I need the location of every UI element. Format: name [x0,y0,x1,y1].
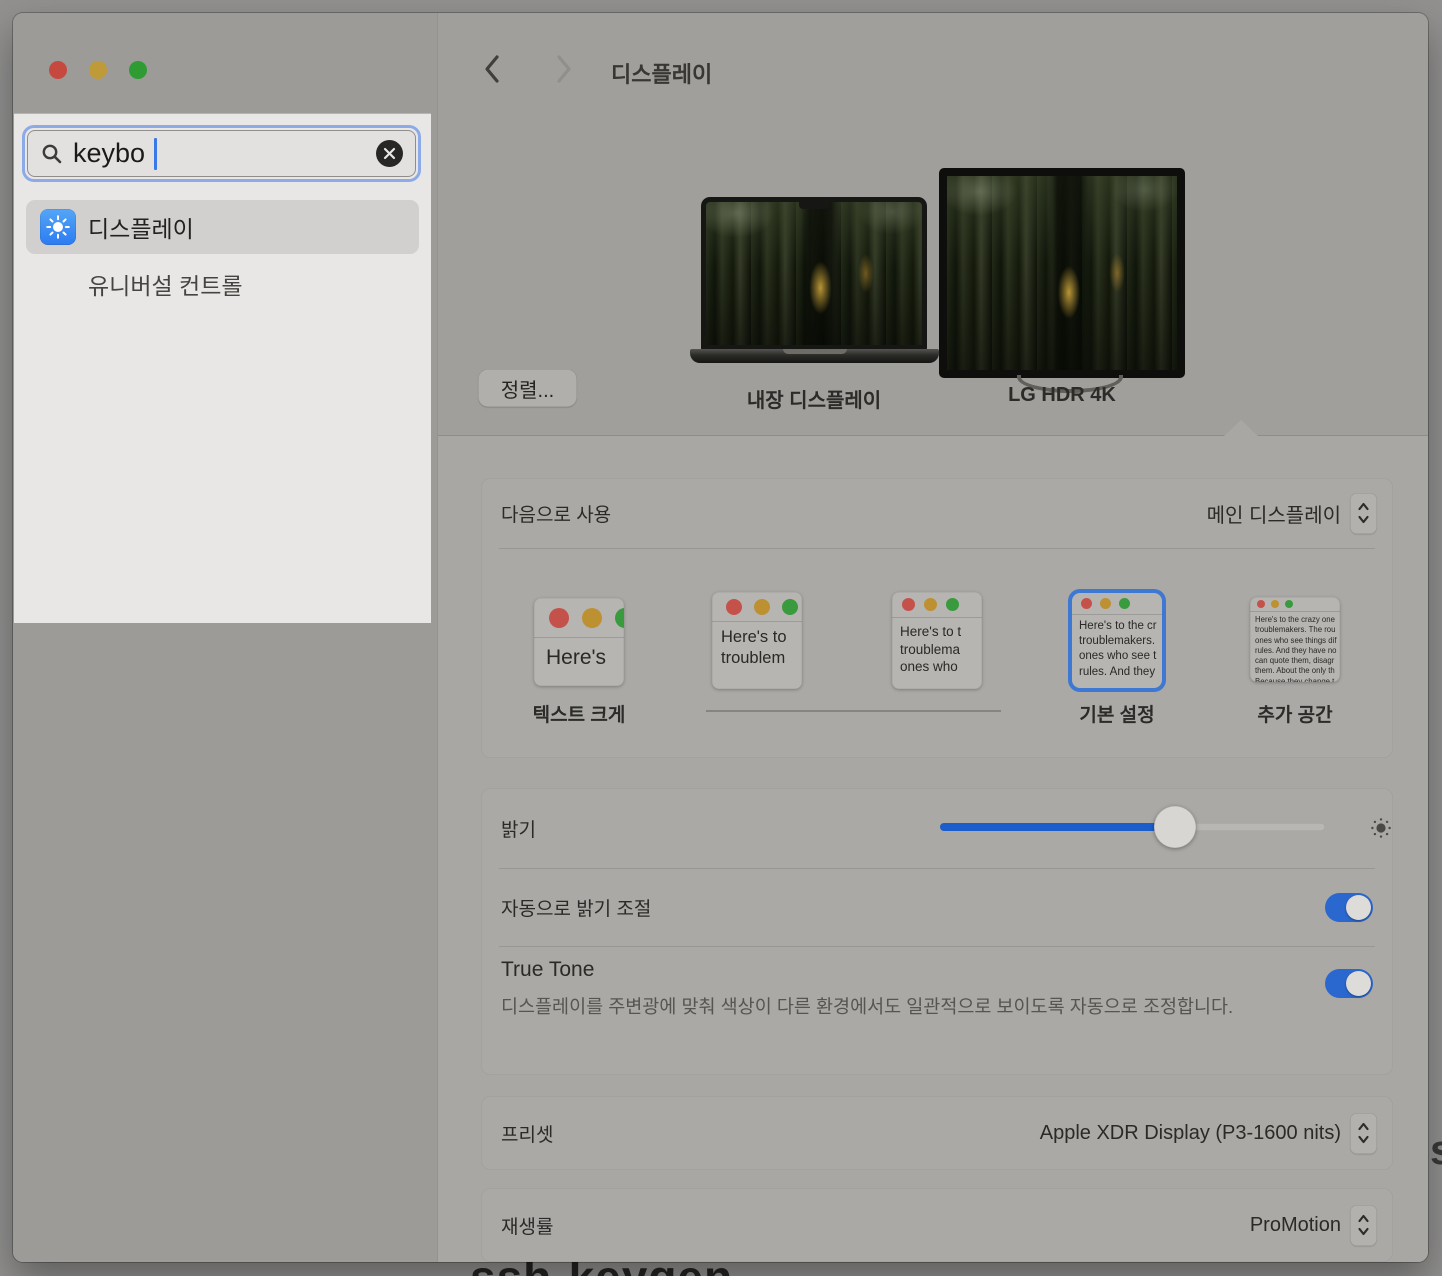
system-settings-window: keybo [13,13,1428,1262]
brightness-slider-fill [940,823,1175,831]
mini-window-text: Here's to t troublema ones who [892,618,982,676]
scaling-connector-line [706,710,1001,712]
true-tone-toggle[interactable] [1325,969,1373,998]
clear-search-button[interactable] [376,140,403,167]
use-as-label: 다음으로 사용 [501,500,611,527]
toggle-knob [1346,971,1371,996]
preset-dropdown[interactable] [1350,1113,1377,1154]
toggle-knob [1346,895,1371,920]
brightness-label: 밝기 [501,815,536,842]
background-partial-text: s [1430,1126,1442,1174]
builtin-display-name: 내장 디스플레이 [704,384,924,413]
mini-window-text: Here's to the cr troublemakers. ones who… [1072,615,1162,680]
scaling-label-more-space: 추가 공간 [1225,700,1365,727]
use-as-value: 메인 디스플레이 [1207,499,1341,528]
search-result-label: 유니버설 컨트롤 [88,267,243,301]
text-cursor [154,138,157,170]
external-display-thumbnail[interactable] [939,168,1185,378]
builtin-display-thumbnail[interactable] [701,197,927,350]
row-divider [499,548,1375,549]
arrange-button[interactable]: 정렬... [478,369,577,407]
preset-label: 프리셋 [501,1120,553,1147]
preset-value: Apple XDR Display (P3-1600 nits) [1040,1122,1341,1145]
auto-brightness-toggle[interactable] [1325,893,1373,922]
refresh-rate-dropdown[interactable] [1350,1205,1377,1246]
selected-display-pointer [1224,420,1258,436]
scaling-option-larger-text[interactable]: Here's [534,598,624,686]
row-divider [499,946,1375,947]
magnifier-icon [40,142,64,166]
true-tone-description: 디스플레이를 주변광에 맞춰 색상이 다른 환경에서도 일관적으로 보이도록 자… [501,992,1237,1021]
refresh-rate-value: ProMotion [1250,1214,1341,1237]
search-input[interactable]: keybo [27,130,416,177]
mini-window-text: Here's [534,638,624,671]
refresh-rate-label: 재생률 [501,1212,553,1239]
search-focus-ring: keybo [22,125,421,182]
mini-window-text: Here's to the crazy one troublemakers. T… [1250,612,1340,682]
brightness-slider[interactable] [940,823,1325,831]
minimize-window-button[interactable] [89,61,107,79]
laptop-notch [799,201,829,209]
scaling-label-default: 기본 설정 [1047,700,1187,727]
search-query-text: keybo [73,138,145,169]
mini-window-titlebar [1072,593,1162,615]
search-result-label: 디스플레이 [88,210,194,244]
scaling-option-2[interactable]: Here's to troublem [712,592,802,689]
laptop-base [690,349,939,363]
preset-card: 프리셋 Apple XDR Display (P3-1600 nits) [481,1096,1393,1170]
page-title: 디스플레이 [611,57,712,89]
sidebar: keybo [13,13,437,1262]
close-window-button[interactable] [49,61,67,79]
back-button[interactable] [479,55,505,83]
mini-window-titlebar [892,592,982,618]
mini-window-text: Here's to troublem [712,622,802,670]
scaling-label-larger-text: 텍스트 크게 [509,700,649,727]
external-display-name: LG HDR 4K [952,384,1172,407]
auto-brightness-label: 자동으로 밝기 조절 [501,894,651,921]
refresh-rate-card: 재생률 ProMotion [481,1188,1393,1262]
use-as-card: 다음으로 사용 메인 디스플레이 Here's Here's to troubl… [481,478,1393,758]
brightness-low-icon [1370,817,1392,844]
external-display-screen [947,176,1177,370]
display-brightness-icon [40,209,76,245]
forward-button[interactable] [551,55,577,83]
mini-window-titlebar [1250,597,1340,612]
use-as-dropdown[interactable] [1350,493,1377,534]
brightness-slider-thumb[interactable] [1154,806,1196,848]
scaling-option-more-space[interactable]: Here's to the crazy one troublemakers. T… [1250,597,1340,682]
brightness-card: 밝기 [481,788,1393,1075]
true-tone-label: True Tone [501,958,594,982]
zoom-window-button[interactable] [129,61,147,79]
mini-window-titlebar [712,592,802,622]
mini-window-titlebar [534,598,624,638]
search-result-universal-control[interactable]: 유니버설 컨트롤 [26,262,419,306]
scaling-option-3[interactable]: Here's to t troublema ones who [892,592,982,689]
search-results-panel: keybo [14,113,431,623]
scaling-option-default[interactable]: Here's to the cr troublemakers. ones who… [1072,593,1162,688]
search-result-display[interactable]: 디스플레이 [26,200,419,254]
